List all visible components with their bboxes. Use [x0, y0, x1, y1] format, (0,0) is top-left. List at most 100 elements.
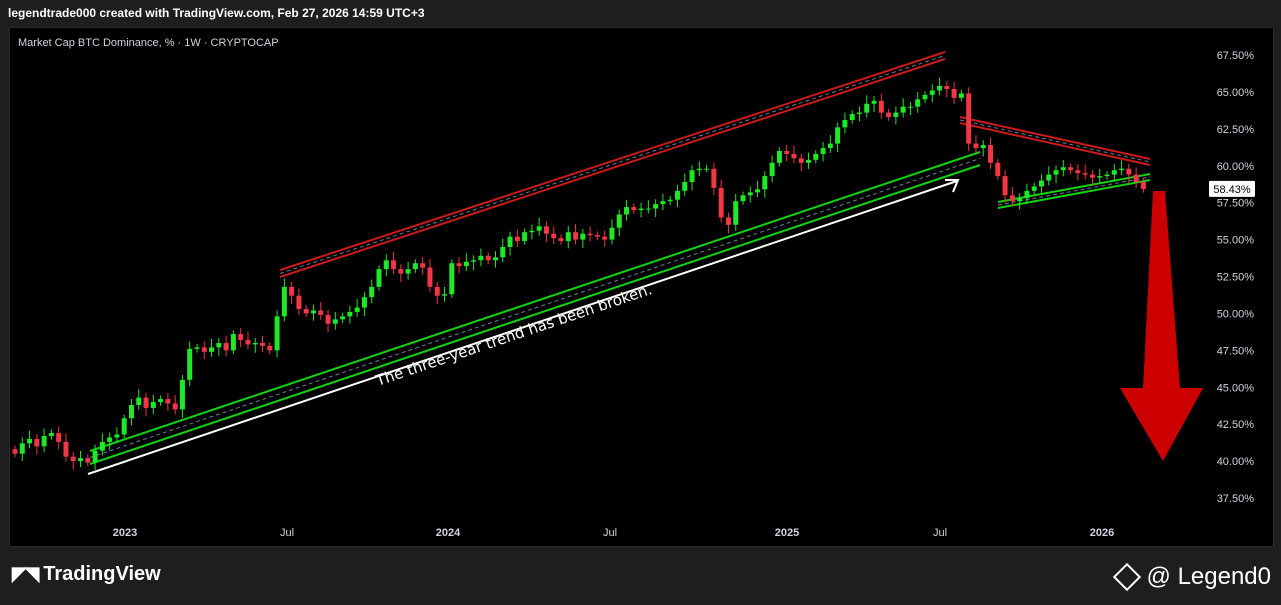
candle	[347, 305, 353, 324]
candle	[296, 288, 302, 316]
candle-body	[988, 145, 994, 163]
time-tick-label: Jul	[280, 527, 294, 539]
candle	[602, 230, 608, 247]
candle	[718, 179, 724, 223]
candle	[558, 234, 564, 245]
candle-body	[99, 441, 105, 451]
candle	[1104, 170, 1110, 180]
candle	[704, 165, 710, 173]
candle-body	[19, 443, 25, 454]
candle-body	[747, 192, 753, 196]
candle-body	[594, 235, 600, 237]
candle	[325, 310, 331, 333]
candle-body	[442, 294, 448, 296]
candle	[1009, 186, 1015, 207]
price-tick-label: 40.00%	[1217, 456, 1255, 468]
chart-panel[interactable]: Market Cap BTC Dominance, % · 1W · CRYPT…	[9, 27, 1274, 547]
candle	[27, 430, 33, 449]
price-chart[interactable]: Market Cap BTC Dominance, % · 1W · CRYPT…	[10, 28, 1273, 546]
candle-body	[856, 112, 862, 115]
candle	[420, 257, 426, 275]
candle-body	[281, 286, 287, 317]
candle-body	[41, 435, 47, 447]
candle	[886, 108, 892, 121]
candle	[725, 212, 731, 234]
price-tick-label: 57.50%	[1217, 198, 1255, 210]
time-tick-label: Jul	[603, 527, 617, 539]
candle	[318, 302, 324, 320]
candle-body	[405, 269, 411, 274]
candle	[1111, 164, 1117, 182]
candle	[835, 122, 841, 153]
price-tick-label: 52.50%	[1217, 272, 1255, 284]
candle-body	[274, 316, 280, 351]
candle-body	[179, 379, 185, 410]
candle-body	[136, 397, 142, 405]
candle-body	[551, 233, 557, 239]
ascending-resistance-channel	[279, 51, 946, 278]
candle-body	[944, 86, 950, 89]
candle	[369, 279, 375, 304]
candle	[522, 228, 528, 245]
candle	[747, 186, 753, 203]
candle	[34, 434, 40, 455]
candle	[806, 152, 812, 169]
candle	[107, 432, 113, 451]
candle-body	[1024, 190, 1030, 199]
price-tick-label: 62.50%	[1217, 124, 1255, 136]
candle-body	[682, 181, 688, 191]
candle-body	[536, 226, 542, 231]
candle-body	[78, 458, 84, 462]
candle-body	[900, 106, 906, 113]
tradingview-brand[interactable]: ◤◥ TradingView	[12, 563, 161, 586]
candle-body	[1097, 176, 1103, 178]
candle	[871, 95, 877, 113]
candle-body	[1068, 167, 1074, 171]
candle	[412, 259, 418, 273]
candle-body	[310, 310, 316, 314]
candle-body	[725, 217, 731, 225]
candle	[478, 248, 484, 267]
time-tick-label: Jul	[933, 527, 947, 539]
candle	[1060, 159, 1066, 177]
candle-body	[376, 269, 382, 287]
candle-body	[886, 112, 892, 118]
candle-body	[70, 456, 76, 462]
candle	[1038, 174, 1044, 194]
candle-body	[289, 286, 295, 296]
candle-body	[1133, 174, 1139, 182]
candle-body	[245, 339, 251, 345]
price-tick-label: 37.50%	[1217, 493, 1255, 505]
candle-body	[871, 100, 877, 104]
candle-body	[1017, 198, 1023, 202]
candle	[798, 153, 804, 172]
candle	[194, 343, 200, 353]
candle	[864, 95, 870, 118]
candle-body	[383, 260, 389, 270]
candle-body	[653, 204, 659, 209]
candle-body	[48, 433, 54, 436]
candle-body	[755, 189, 761, 193]
candle-body	[740, 195, 746, 202]
candle	[849, 110, 855, 124]
candle	[856, 106, 862, 122]
candle-body	[456, 263, 462, 267]
candle	[376, 265, 382, 291]
candle-body	[267, 345, 273, 351]
candle-body	[616, 214, 622, 228]
candle-body	[806, 159, 812, 163]
candle	[543, 221, 549, 243]
candle	[398, 264, 404, 282]
candle-body	[951, 88, 957, 98]
candle	[442, 286, 448, 302]
candle-body	[507, 236, 513, 247]
candle	[128, 398, 134, 426]
triangle-support-line	[997, 179, 1151, 209]
candle	[354, 299, 360, 317]
candle	[973, 135, 979, 153]
price-tick-label: 50.00%	[1217, 308, 1255, 320]
candle-body	[704, 168, 710, 170]
candle-body	[332, 319, 338, 324]
ascending-support-channel	[89, 151, 981, 465]
time-tick-label: 2024	[436, 527, 461, 539]
